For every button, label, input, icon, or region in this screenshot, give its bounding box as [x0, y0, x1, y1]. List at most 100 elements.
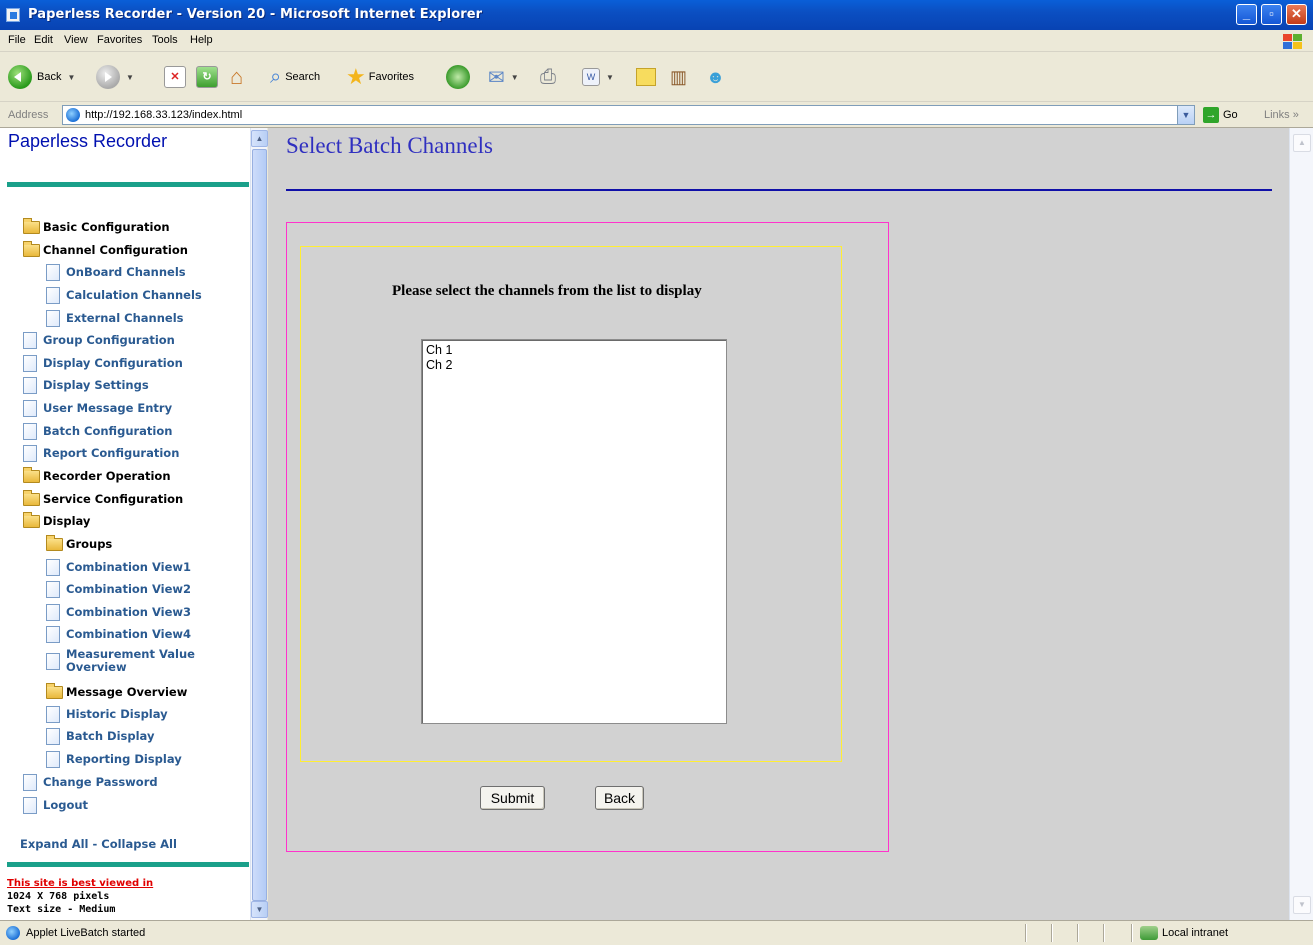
mail-button[interactable]: ✉ ▼ — [488, 62, 519, 92]
sidebar-item-report-configuration[interactable]: Report Configuration — [23, 444, 179, 462]
sidebar-item-logout[interactable]: Logout — [23, 796, 88, 814]
sidebar-item-user-message-entry[interactable]: User Message Entry — [23, 399, 172, 417]
sidebar-item-label: External Channels — [66, 311, 184, 325]
menu-file[interactable]: File — [8, 34, 26, 46]
favorites-button[interactable]: ★ Favorites — [346, 62, 414, 92]
sidebar-divider — [7, 182, 249, 187]
word-icon: W — [582, 68, 600, 86]
best-viewed-link[interactable]: This site is best viewed in — [7, 878, 153, 889]
scroll-up-icon[interactable]: ▲ — [251, 130, 268, 147]
sidebar-item-label: Display Configuration — [43, 356, 183, 370]
sidebar-item-measurement-value-overview[interactable]: Measurement Value Overview — [46, 646, 216, 676]
messenger-button[interactable]: ☻ — [706, 62, 725, 92]
document-icon — [23, 331, 37, 349]
sidebar-item-basic-configuration[interactable]: Basic Configuration — [23, 217, 170, 236]
discuss-button[interactable] — [636, 62, 656, 92]
address-bar: Address http://192.168.33.123/index.html… — [0, 102, 1313, 128]
sidebar-item-label: Calculation Channels — [66, 288, 202, 302]
document-icon — [23, 376, 37, 394]
document-icon — [46, 309, 60, 327]
close-button[interactable]: ✕ — [1286, 4, 1307, 25]
sidebar-item-display[interactable]: Display — [23, 511, 90, 530]
maximize-button[interactable]: ▫ — [1261, 4, 1282, 25]
home-button[interactable]: ⌂ — [230, 62, 243, 92]
sidebar-item-historic-display[interactable]: Historic Display — [46, 705, 168, 723]
back-button[interactable]: Back ▼ — [8, 62, 75, 92]
menu-help[interactable]: Help — [190, 34, 213, 46]
sidebar-scrollbar[interactable]: ▲ ▼ — [250, 128, 268, 920]
sidebar-item-label: Channel Configuration — [43, 243, 188, 257]
sidebar-frame: Paperless Recorder Basic Configuration Ch… — [0, 128, 250, 920]
sidebar-item-batch-configuration[interactable]: Batch Configuration — [23, 422, 172, 440]
refresh-button[interactable]: ↻ — [196, 62, 218, 92]
menu-edit[interactable]: Edit — [34, 34, 53, 46]
sidebar-item-display-configuration[interactable]: Display Configuration — [23, 354, 183, 372]
sidebar-item-message-overview[interactable]: Message Overview — [46, 682, 187, 701]
submit-button[interactable]: Submit — [480, 786, 545, 810]
address-input[interactable]: http://192.168.33.123/index.html ▼ — [62, 105, 1195, 125]
history-button[interactable] — [446, 62, 470, 92]
window-title-bar: Paperless Recorder - Version 20 - Micros… — [0, 0, 1313, 30]
status-divider — [1077, 924, 1078, 942]
sidebar-item-change-password[interactable]: Change Password — [23, 773, 158, 791]
forward-button[interactable]: ▼ — [96, 62, 134, 92]
document-icon — [46, 286, 60, 304]
sidebar-item-group-configuration[interactable]: Group Configuration — [23, 331, 175, 349]
sidebar-item-channel-configuration[interactable]: Channel Configuration — [23, 240, 188, 259]
document-icon — [46, 603, 60, 621]
links-label: Links — [1264, 109, 1290, 121]
minimize-button[interactable]: _ — [1236, 4, 1257, 25]
stop-button[interactable]: ✕ — [164, 62, 186, 92]
security-zone: Local intranet — [1140, 926, 1228, 940]
scroll-down-icon[interactable]: ▼ — [251, 901, 268, 918]
ie-page-icon — [6, 926, 20, 940]
main-scrollbar[interactable]: ▲ ▼ — [1289, 128, 1313, 920]
sidebar-item-batch-display[interactable]: Batch Display — [46, 727, 154, 745]
back-label: Back — [37, 71, 62, 83]
windows-flag-icon — [1279, 32, 1305, 50]
channel-option[interactable]: Ch 2 — [426, 358, 722, 373]
scrollbar-thumb[interactable] — [252, 149, 267, 901]
edit-button[interactable]: W ▼ — [582, 62, 614, 92]
search-button[interactable]: ⌕ Search — [270, 62, 320, 92]
status-text: Applet LiveBatch started — [26, 927, 146, 939]
sidebar-item-combination-view1[interactable]: Combination View1 — [46, 558, 191, 576]
sidebar-item-combination-view3[interactable]: Combination View3 — [46, 603, 191, 621]
document-icon — [23, 796, 37, 814]
menu-favorites[interactable]: Favorites — [97, 34, 142, 46]
sidebar-item-external-channels[interactable]: External Channels — [46, 309, 183, 327]
scroll-down-icon[interactable]: ▼ — [1293, 896, 1311, 914]
document-icon — [46, 558, 60, 576]
sidebar-item-label: Report Configuration — [43, 446, 180, 460]
links-button[interactable]: Links » — [1264, 109, 1299, 121]
channel-listbox[interactable]: Ch 1 Ch 2 — [421, 339, 727, 724]
zone-label: Local intranet — [1162, 927, 1229, 939]
sidebar-item-label: Combination View3 — [66, 605, 192, 619]
expand-collapse-link[interactable]: Expand All - Collapse All — [20, 837, 177, 851]
sidebar-item-label: Logout — [43, 798, 89, 812]
stop-icon: ✕ — [164, 66, 186, 88]
sidebar-item-combination-view2[interactable]: Combination View2 — [46, 580, 191, 598]
sidebar-item-service-configuration[interactable]: Service Configuration — [23, 489, 183, 508]
sidebar-item-groups[interactable]: Groups — [46, 534, 112, 553]
chevron-down-icon[interactable]: ▼ — [1177, 106, 1194, 124]
folder-open-icon — [23, 240, 40, 257]
print-button[interactable]: ⎙ — [540, 62, 556, 92]
back-arrow-icon — [8, 65, 32, 89]
menu-tools[interactable]: Tools — [152, 34, 178, 46]
sidebar-item-label: Combination View2 — [66, 582, 192, 596]
back-form-button[interactable]: Back — [595, 786, 644, 810]
go-button[interactable]: → Go — [1203, 107, 1238, 123]
sidebar-item-display-settings[interactable]: Display Settings — [23, 376, 149, 394]
chevron-down-icon: ▼ — [126, 72, 134, 82]
scroll-up-icon[interactable]: ▲ — [1293, 134, 1311, 152]
menu-view[interactable]: View — [64, 34, 88, 46]
research-button[interactable]: ▥ — [670, 62, 687, 92]
sidebar-item-recorder-operation[interactable]: Recorder Operation — [23, 466, 171, 485]
sidebar-item-label: User Message Entry — [43, 401, 173, 415]
sidebar-item-calculation-channels[interactable]: Calculation Channels — [46, 286, 202, 304]
sidebar-item-combination-view4[interactable]: Combination View4 — [46, 625, 191, 643]
sidebar-item-onboard-channels[interactable]: OnBoard Channels — [46, 263, 186, 281]
channel-option[interactable]: Ch 1 — [426, 343, 722, 358]
sidebar-item-reporting-display[interactable]: Reporting Display — [46, 750, 182, 768]
